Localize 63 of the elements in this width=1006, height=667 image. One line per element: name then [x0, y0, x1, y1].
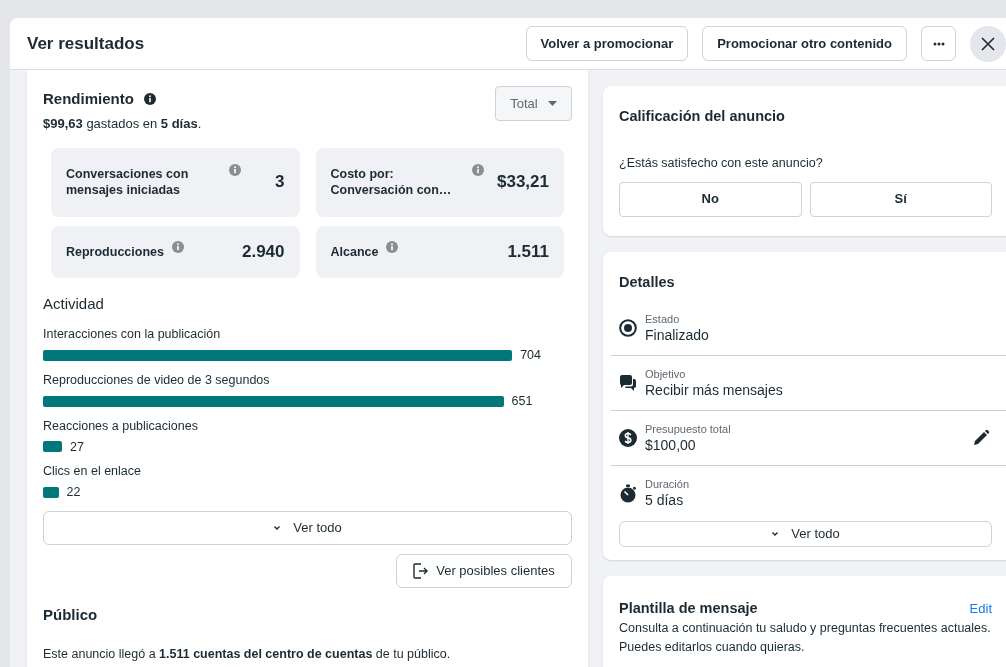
stat-value: 2.940 — [241, 240, 285, 263]
activity-value: 27 — [70, 438, 84, 456]
audience-text: Este anuncio llegó a 1.511 cuentas del centro de cuentas de tu público. — [43, 645, 452, 663]
rating-button[interactable]: No — [619, 181, 802, 217]
detail-value: Finalizado — [645, 325, 709, 344]
section-title: Rendimiento — [43, 89, 134, 109]
more-icon — [932, 41, 945, 46]
leads-button[interactable]: Ver posibles clientes — [396, 554, 572, 588]
info-icon — [229, 163, 241, 176]
info-icon — [386, 240, 399, 253]
stat-value: $33,21 — [496, 171, 549, 194]
period-select[interactable]: Total — [495, 86, 572, 121]
detail-label: Presupuesto total — [645, 422, 731, 436]
stat-value: 1.511 — [507, 240, 549, 263]
card-title: Plantilla de mensaje — [619, 598, 758, 618]
chat-bubbles-icon — [619, 375, 637, 392]
stopwatch-icon — [619, 484, 637, 504]
activity-label: Reacciones a publicaciones — [43, 418, 199, 434]
window-title: Ver resultados — [27, 32, 145, 55]
info-icon — [171, 240, 184, 253]
activity-bar — [43, 441, 63, 453]
header-button[interactable]: Volver a promocionar — [525, 26, 689, 61]
info-icon — [143, 93, 156, 106]
info-icon — [472, 163, 485, 176]
detail-value: $100,00 — [645, 435, 697, 454]
see-all-button[interactable]: Ver todo — [43, 511, 572, 545]
card-title: Detalles — [619, 272, 676, 292]
activity-bar — [43, 487, 59, 499]
rating-question: ¿Estás satisfecho con este anuncio? — [619, 154, 824, 172]
activity-value: 651 — [511, 392, 533, 410]
pencil-icon[interactable] — [972, 429, 990, 448]
dollar-icon — [619, 429, 637, 448]
activity-label: Clics en el enlace — [43, 464, 142, 480]
stat-value: 3 — [274, 171, 285, 194]
detail-value: Recibir más mensajes — [645, 380, 783, 399]
section-title: Actividad — [43, 293, 105, 314]
exit-arrow-icon — [413, 563, 429, 579]
see-all-button[interactable]: Ver todo — [619, 521, 992, 547]
stat-label: Alcance — [330, 243, 379, 260]
close-icon — [980, 35, 996, 52]
stat-label: Reproducciones — [66, 243, 164, 260]
edit-link[interactable]: Edit — [969, 598, 992, 619]
activity-value: 704 — [520, 347, 541, 364]
radio-icon — [619, 319, 637, 338]
rating-button[interactable]: Sí — [809, 181, 992, 217]
stat-label: Conversaciones con mensajes iniciadas — [66, 166, 190, 198]
caret-icon — [547, 101, 557, 106]
close-button[interactable] — [970, 25, 1006, 62]
card-title: Calificación del anuncio — [619, 107, 786, 126]
chevron-down-icon — [273, 525, 282, 531]
activity-value: 22 — [66, 484, 81, 502]
section-title: Público — [43, 605, 99, 625]
detail-label: Duración — [645, 478, 690, 492]
detail-label: Objetivo — [645, 367, 687, 381]
detail-label: Estado — [645, 312, 681, 326]
template-text: Consulta a continuación tu saludo y preguntas frecuentes actuales. Puedes editarlos cuando quieras. — [619, 620, 992, 657]
chevron-down-icon — [771, 530, 780, 537]
activity-label: Reproducciones de video de 3 segundos — [43, 372, 271, 388]
header-button[interactable]: Promocionar otro contenido — [702, 26, 907, 61]
activity-label: Interacciones con la publicación — [43, 327, 222, 342]
detail-value: 5 días — [645, 491, 685, 510]
spend-summary: $99,63 gastados en 5 días. — [43, 115, 203, 133]
stat-label: Costo por: Conversación con… — [330, 166, 453, 198]
